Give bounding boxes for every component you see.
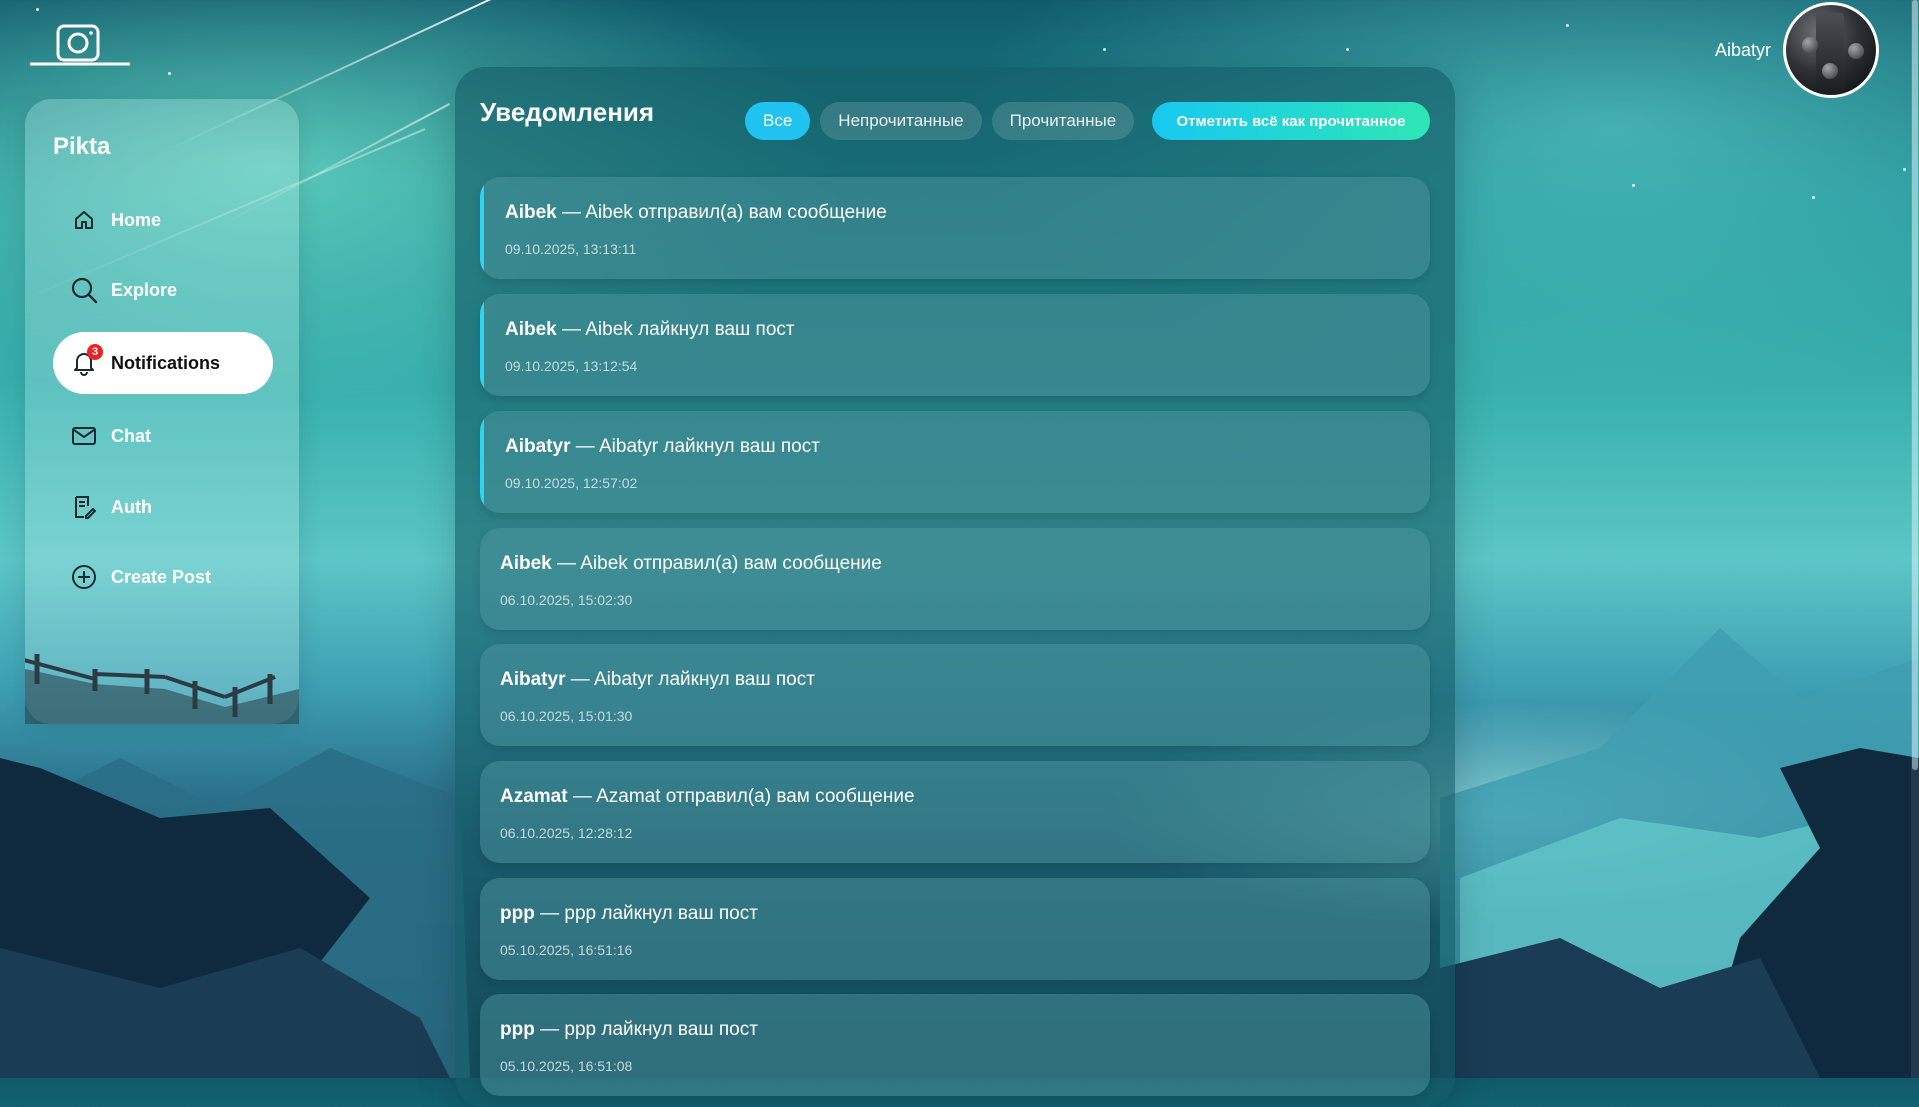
sidebar-item-label: Notifications xyxy=(111,352,221,373)
sidebar-item-label: Home xyxy=(111,209,162,230)
notification-author: Aibek xyxy=(500,553,552,574)
notification-text: — Aibek отправил(а) вам сообщение xyxy=(556,202,887,223)
sidebar-item-label: Chat xyxy=(111,425,151,446)
notification-text: — ppp лайкнул ваш пост xyxy=(534,903,758,924)
document-edit-icon xyxy=(69,492,99,522)
notification-item[interactable]: ppp — ppp лайкнул ваш пост 05.10.2025, 1… xyxy=(480,994,1430,1096)
sidebar-item-notifications[interactable]: 3 Notifications xyxy=(53,332,273,394)
mail-icon xyxy=(69,421,99,451)
notification-author: ppp xyxy=(500,1019,535,1040)
user-profile[interactable]: Aibatyr xyxy=(1715,0,1879,100)
notification-author: Azamat xyxy=(500,786,568,807)
user-name: Aibatyr xyxy=(1714,39,1771,60)
notification-item[interactable]: Aibatyr — Aibatyr лайкнул ваш пост 09.10… xyxy=(480,411,1430,513)
notification-author: Aibatyr xyxy=(505,436,571,457)
sidebar-item-home[interactable]: Home xyxy=(53,189,273,251)
sidebar-item-auth[interactable]: Auth xyxy=(53,476,273,538)
notifications-panel: Уведомления Все Непрочитанные Прочитанны… xyxy=(455,67,1455,1107)
page-title: Уведомления xyxy=(480,97,655,127)
notification-time: 06.10.2025, 15:02:30 xyxy=(500,592,633,608)
filter-unread[interactable]: Непрочитанные xyxy=(820,102,982,140)
filter-read[interactable]: Прочитанные xyxy=(991,102,1135,140)
plus-circle-icon xyxy=(69,562,99,592)
bell-icon: 3 xyxy=(69,344,103,378)
notification-author: Aibek xyxy=(505,202,557,223)
page-scrollbar[interactable] xyxy=(1911,0,1919,1078)
notification-author: Aibek xyxy=(505,319,557,340)
notification-time: 06.10.2025, 12:28:12 xyxy=(500,825,633,841)
notification-time: 05.10.2025, 16:51:16 xyxy=(500,942,633,958)
sidebar-item-chat[interactable]: Chat xyxy=(53,405,273,467)
notification-item[interactable]: Azamat — Azamat отправил(а) вам сообщени… xyxy=(480,761,1430,863)
sidebar-item-label: Explore xyxy=(111,279,178,300)
home-icon xyxy=(69,205,99,235)
notification-text: — Azamat отправил(а) вам сообщение xyxy=(567,786,915,807)
avatar[interactable] xyxy=(1783,2,1879,98)
notification-text: — ppp лайкнул ваш пост xyxy=(534,1019,758,1040)
notification-text: — Aibek отправил(а) вам сообщение xyxy=(551,553,882,574)
notification-item[interactable]: Aibek — Aibek отправил(а) вам сообщение … xyxy=(480,177,1430,279)
fence-illustration xyxy=(25,654,299,724)
notification-text: — Aibek лайкнул ваш пост xyxy=(556,319,795,340)
notification-time: 06.10.2025, 15:01:30 xyxy=(500,708,633,724)
notification-author: ppp xyxy=(500,903,535,924)
brand-title: Pikta xyxy=(53,133,111,160)
sidebar-item-explore[interactable]: Explore xyxy=(53,259,273,321)
filter-all[interactable]: Все xyxy=(745,102,811,140)
camera-logo-icon[interactable] xyxy=(30,24,130,68)
sidebar: Pikta Home Explore 3 Notifications Chat … xyxy=(25,99,299,724)
scrollbar-thumb[interactable] xyxy=(1912,0,1918,770)
notification-text: — Aibatyr лайкнул ваш пост xyxy=(570,436,820,457)
notification-item[interactable]: ppp — ppp лайкнул ваш пост 05.10.2025, 1… xyxy=(480,878,1430,980)
notification-item[interactable]: Aibatyr — Aibatyr лайкнул ваш пост 06.10… xyxy=(480,644,1430,746)
notification-author: Aibatyr xyxy=(500,669,566,690)
mark-all-read-button[interactable]: Отметить всё как прочитанное xyxy=(1152,102,1430,140)
search-icon xyxy=(69,275,99,305)
notification-text: — Aibatyr лайкнул ваш пост xyxy=(565,669,815,690)
sidebar-item-label: Auth xyxy=(111,496,152,517)
notification-time: 09.10.2025, 13:13:11 xyxy=(505,241,637,257)
notification-item[interactable]: Aibek — Aibek лайкнул ваш пост 09.10.202… xyxy=(480,294,1430,396)
notification-time: 05.10.2025, 16:51:08 xyxy=(500,1058,633,1074)
notification-count-badge: 3 xyxy=(87,344,103,360)
notification-filters: Все Непрочитанные Прочитанные xyxy=(745,102,1135,140)
notification-time: 09.10.2025, 12:57:02 xyxy=(505,475,638,491)
notification-item[interactable]: Aibek — Aibek отправил(а) вам сообщение … xyxy=(480,528,1430,630)
sidebar-item-create-post[interactable]: Create Post xyxy=(53,546,273,608)
sidebar-item-label: Create Post xyxy=(111,566,212,587)
notification-time: 09.10.2025, 13:12:54 xyxy=(505,358,638,374)
